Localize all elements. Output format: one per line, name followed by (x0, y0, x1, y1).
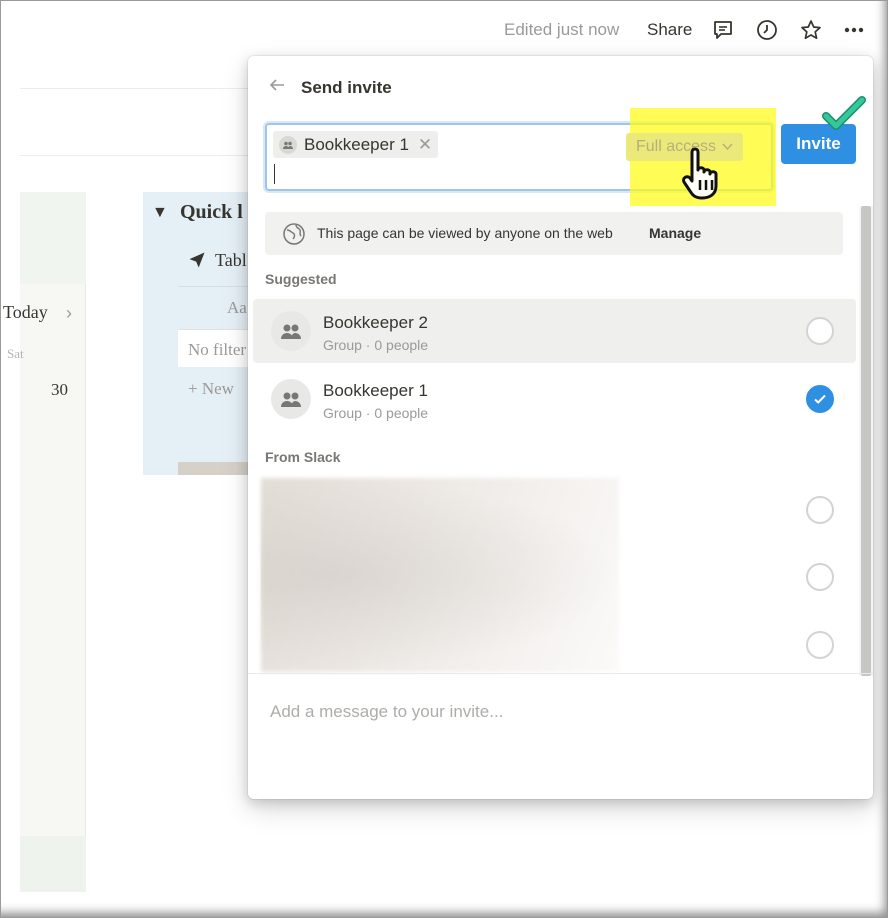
calendar-header-shade (20, 192, 86, 284)
divider (178, 286, 253, 287)
select-radio[interactable] (806, 563, 834, 591)
suggested-heading: Suggested (265, 271, 337, 287)
divider (20, 88, 260, 89)
quick-links-block: ▼ Quick l Tabl Aa No filter + New (143, 192, 258, 475)
calendar-footer-shade (20, 836, 86, 892)
group-icon (279, 135, 297, 154)
top-bar: Edited just now Share (0, 0, 888, 58)
clock-icon[interactable] (754, 17, 780, 43)
day-number: 30 (51, 380, 68, 399)
checkmark-icon (820, 96, 868, 141)
hand-cursor-icon (678, 146, 732, 207)
suggestion-name: Bookkeeper 2 (323, 313, 428, 332)
popup-title: Send invite (301, 78, 392, 97)
divider (248, 673, 873, 674)
image-strip (178, 462, 253, 475)
suggestion-name: Bookkeeper 1 (323, 381, 428, 400)
scrollbar[interactable] (859, 206, 873, 676)
text-caret (274, 164, 275, 184)
checkmark-icon[interactable] (806, 385, 834, 413)
manage-button[interactable]: Manage (649, 225, 701, 241)
scrollbar-thumb[interactable] (861, 206, 871, 676)
remove-chip-icon[interactable]: ✕ (418, 135, 432, 155)
suggestion-meta: Group · 0 people (323, 405, 429, 421)
suggestion-row[interactable]: Bookkeeper 1 Group · 0 people (253, 367, 856, 431)
select-radio[interactable] (806, 317, 834, 345)
chip-label: Bookkeeper 1 (304, 134, 409, 154)
weekday-label: Sat (7, 346, 24, 361)
web-access-notice: This page can be viewed by anyone on the… (265, 212, 843, 255)
suggestion-meta: Group · 0 people (323, 337, 429, 353)
comment-icon[interactable] (710, 17, 736, 43)
suggestion-row[interactable]: Bookkeeper 2 Group · 0 people (253, 299, 856, 363)
paper-plane-icon (187, 250, 207, 275)
globe-icon (282, 222, 306, 251)
arrow-left-icon[interactable] (268, 76, 286, 99)
group-icon (271, 379, 311, 419)
share-button[interactable]: Share (647, 20, 692, 40)
select-radio[interactable] (806, 496, 834, 524)
select-radio[interactable] (806, 631, 834, 659)
new-row-label: New (201, 379, 234, 398)
new-row-button[interactable]: + New (188, 379, 234, 399)
today-button[interactable]: Today (3, 302, 48, 323)
send-invite-popup: Send invite Bookkeeper 1 ✕ Full access I… (248, 56, 873, 799)
toggle-triangle-icon[interactable]: ▼ (152, 204, 168, 222)
web-access-text: This page can be viewed by anyone on the… (317, 225, 613, 241)
property-header: Aa (227, 298, 247, 317)
more-icon[interactable] (841, 17, 867, 43)
from-slack-heading: From Slack (265, 449, 341, 465)
divider (20, 155, 260, 156)
table-view-tab[interactable]: Tabl (215, 250, 247, 271)
blurred-slack-users-overlay (261, 478, 619, 672)
toggle-heading: Quick l (180, 201, 243, 223)
empty-table-row: No filter (178, 329, 258, 367)
message-input[interactable]: Add a message to your invite... (270, 702, 503, 722)
star-icon[interactable] (798, 17, 824, 43)
group-icon (271, 311, 311, 351)
invitee-chip[interactable]: Bookkeeper 1 ✕ (273, 131, 439, 158)
calendar-view (20, 192, 86, 892)
edited-status: Edited just now (504, 20, 620, 39)
no-filter-text: No filter (188, 340, 247, 359)
chevron-right-icon[interactable]: › (66, 303, 72, 324)
